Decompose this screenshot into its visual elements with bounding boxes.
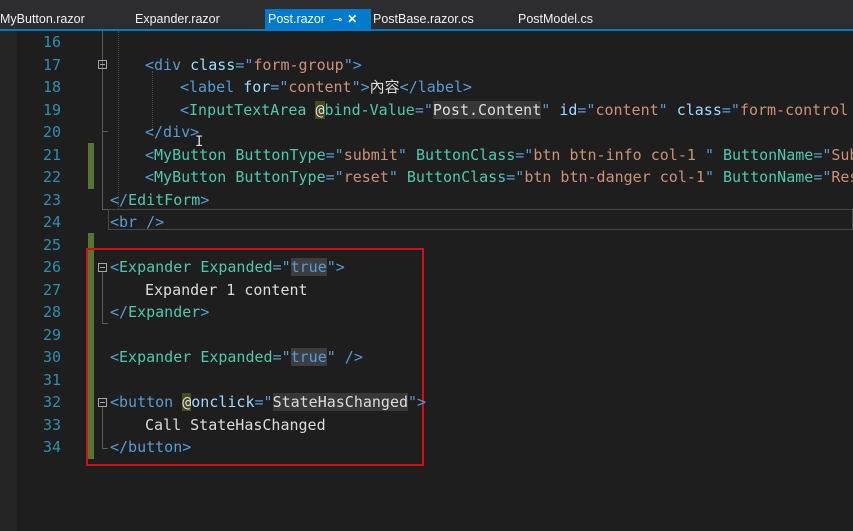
tab-post-razor[interactable]: Post.razor ⊸ ✕ xyxy=(265,9,371,30)
line-number: 20 xyxy=(42,123,61,141)
close-icon[interactable]: ✕ xyxy=(347,12,357,26)
outline-line xyxy=(102,71,103,131)
pin-icon[interactable]: ⊸ xyxy=(333,14,342,26)
tab-postmodel-cs[interactable]: PostModel.cs xyxy=(518,8,593,30)
code-line-32: <button @onclick="StateHasChanged"> xyxy=(110,393,427,411)
line-number: 33 xyxy=(42,415,61,434)
code-line-20: </div> xyxy=(145,123,200,141)
change-indicator xyxy=(88,143,94,189)
code-line-19: <InputTextArea @bind-Value="Post.Content… xyxy=(180,100,849,119)
line-number: 27 xyxy=(42,280,61,299)
tab-label: MyButton.razor xyxy=(0,12,85,26)
line-number: 34 xyxy=(42,438,61,456)
indent-guide xyxy=(118,31,119,209)
outline-line xyxy=(102,131,108,132)
line-number: 19 xyxy=(42,100,61,119)
code-line-27: Expander 1 content xyxy=(145,280,308,299)
code-line-30: <Expander Expanded="true" /> xyxy=(110,348,363,366)
document-tab-bar: MyButton.razor Expander.razor Post.razor… xyxy=(0,0,853,31)
line-number: 26 xyxy=(42,258,61,276)
tab-mybutton-razor[interactable]: MyButton.razor xyxy=(0,8,85,30)
code-line-22: <MyButton ButtonType="reset" ButtonClass… xyxy=(145,168,853,186)
line-number: 29 xyxy=(42,325,61,344)
line-number: 18 xyxy=(42,78,61,96)
line-number: 25 xyxy=(42,235,61,254)
code-editor[interactable]: 16 17 18 19 20 21 22 23 24 25 26 27 28 2… xyxy=(0,31,853,531)
code-line-28: </Expander> xyxy=(110,303,210,321)
code-line-26: <Expander Expanded="true"> xyxy=(110,258,345,276)
code-line-24: <br /> xyxy=(110,213,165,231)
tab-label: Expander.razor xyxy=(135,12,220,26)
line-number: 30 xyxy=(42,348,61,366)
tab-label: PostModel.cs xyxy=(518,12,594,26)
line-number: 31 xyxy=(42,370,61,389)
line-number: 24 xyxy=(42,213,61,231)
code-line-34: </button> xyxy=(110,438,192,456)
tab-expander-razor[interactable]: Expander.razor xyxy=(135,8,220,30)
current-line-highlight xyxy=(108,209,853,230)
tab-postbase-razor-cs[interactable]: PostBase.razor.cs xyxy=(373,8,474,30)
line-number: 17 xyxy=(42,55,61,74)
code-line-21: <MyButton ButtonType="submit" ButtonClas… xyxy=(145,145,853,164)
line-number: 22 xyxy=(42,168,61,186)
code-line-18: <label for="content">內容</label> xyxy=(180,78,472,96)
line-number: 21 xyxy=(42,145,61,164)
line-number-gutter: 16 17 18 19 20 21 22 23 24 25 26 27 28 2… xyxy=(17,31,87,531)
collapse-toggle[interactable] xyxy=(98,60,107,69)
tab-label: PostBase.razor.cs xyxy=(373,12,474,26)
code-line-23: </EditForm> xyxy=(110,190,210,209)
line-number: 28 xyxy=(42,303,61,321)
line-number: 23 xyxy=(42,190,61,209)
tab-label: Post.razor xyxy=(268,12,325,26)
indicator-margin xyxy=(0,31,17,531)
line-number: 16 xyxy=(42,33,61,51)
line-number: 32 xyxy=(42,393,61,411)
code-line-17: <div class="form-group"> xyxy=(145,55,362,74)
code-line-33: Call StateHasChanged xyxy=(145,415,326,434)
